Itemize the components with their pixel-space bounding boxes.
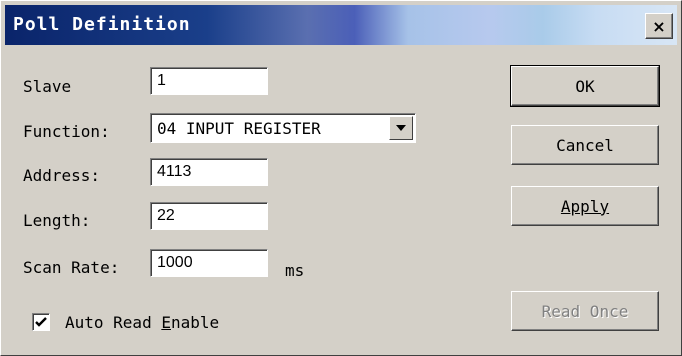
scan-rate-unit: ms <box>285 261 305 280</box>
function-label: Function: <box>23 122 110 141</box>
address-label: Address: <box>23 166 101 185</box>
length-label: Length: <box>23 211 91 230</box>
poll-definition-dialog: Poll Definition × Slave 1 Function: 04 I… <box>0 0 682 356</box>
close-icon: × <box>652 16 666 36</box>
function-selected-value: 04 INPUT REGISTER <box>157 119 321 138</box>
slave-input[interactable]: 1 <box>150 67 268 95</box>
ok-button[interactable]: OK <box>510 65 660 107</box>
read-once-button-label: Read Once <box>541 301 629 321</box>
scan-rate-label: Scan Rate: <box>23 258 120 277</box>
auto-read-enable-label[interactable]: Auto Read Enable <box>65 313 219 332</box>
ok-button-label: OK <box>575 76 595 96</box>
auto-read-enable-checkbox[interactable] <box>32 313 50 331</box>
auto-read-label-text: Auto Read <box>65 313 162 332</box>
window-title: Poll Definition <box>13 14 191 35</box>
cancel-button[interactable]: Cancel <box>511 125 659 165</box>
auto-read-label-rest: nable <box>170 313 220 332</box>
title-bar[interactable]: Poll Definition × <box>5 5 677 45</box>
auto-read-label-accelerator: E <box>161 313 171 332</box>
function-dropdown-button[interactable] <box>389 116 413 140</box>
read-once-button[interactable]: Read Once <box>511 291 659 331</box>
cancel-button-label: Cancel <box>556 135 614 155</box>
apply-button[interactable]: Apply <box>511 186 659 226</box>
close-button[interactable]: × <box>645 13 673 39</box>
address-input[interactable]: 4113 <box>150 158 268 186</box>
function-select[interactable]: 04 INPUT REGISTER <box>150 113 416 143</box>
scan-rate-input[interactable]: 1000 <box>150 249 268 277</box>
slave-label: Slave <box>23 77 72 96</box>
length-input[interactable]: 22 <box>150 202 268 230</box>
apply-button-label: Apply <box>560 196 610 216</box>
chevron-down-icon <box>396 125 406 131</box>
checkmark-icon <box>35 317 47 327</box>
